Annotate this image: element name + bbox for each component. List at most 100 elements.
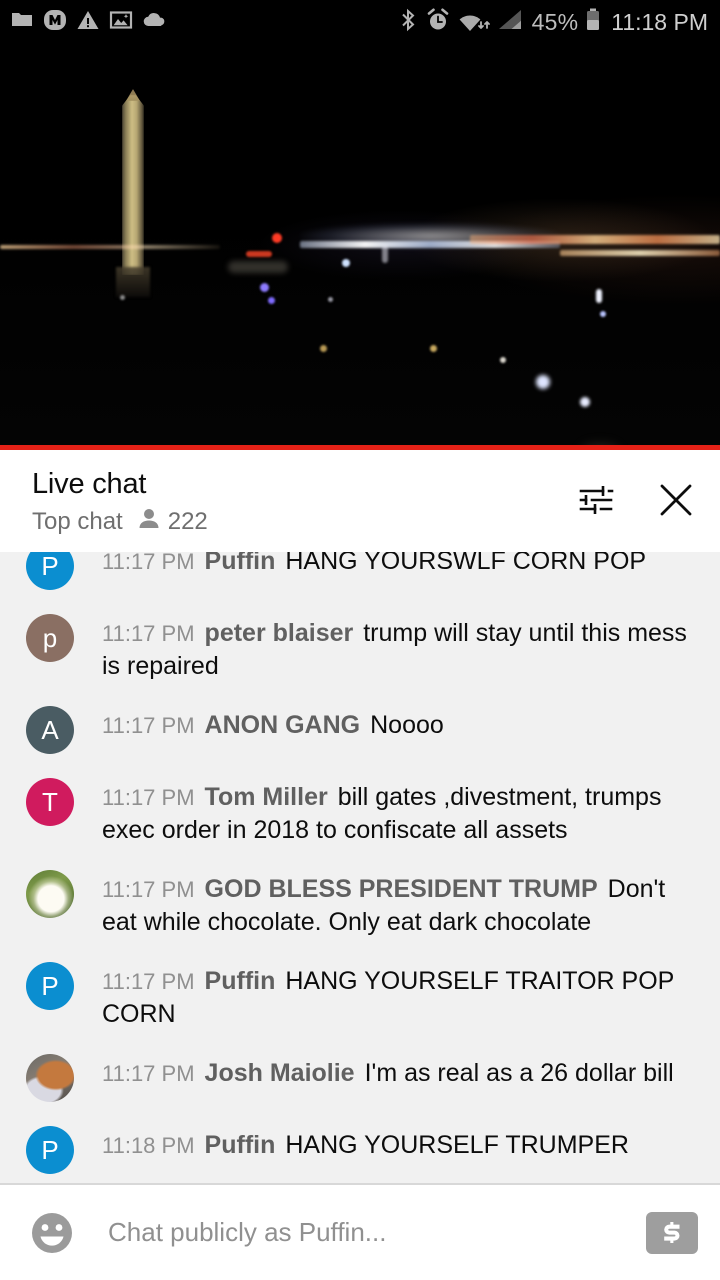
dollar-superchat-icon[interactable]: [646, 1211, 698, 1254]
light-dot: [596, 289, 602, 303]
status-bar-right-icons: 45% 11:18 PM: [398, 7, 708, 38]
chat-message-content: HANG YOURSWLF CORN POP: [285, 552, 647, 575]
emoji-smiley-icon[interactable]: [26, 1207, 78, 1259]
avatar[interactable]: A: [26, 706, 74, 754]
avatar-dog-photo[interactable]: [26, 1054, 74, 1102]
city-lights-band-far-right: [560, 250, 720, 256]
light-dot: [430, 345, 437, 352]
chat-message-body: 11:17 PM Tom Miller bill gates ,divestment…: [74, 778, 706, 846]
light-dot: [320, 345, 327, 352]
status-bar-left-icons: [10, 8, 168, 37]
avatar-puppy-photo[interactable]: [26, 870, 74, 918]
video-progress-bar[interactable]: [0, 445, 720, 450]
chat-message[interactable]: P 11:18 PM Puffin HANG YOURSELF TRUMPER: [0, 1114, 720, 1183]
live-chat-titles: Live chat Top chat 222: [32, 466, 574, 537]
chat-message-body: 11:17 PM Josh Maiolie I'm as real as a 26 …: [74, 1054, 706, 1090]
light-dot: [580, 397, 590, 407]
live-chat-subheader: Top chat 222: [32, 506, 574, 537]
image-icon: [109, 8, 133, 37]
viewer-count: 222: [137, 506, 208, 537]
warning-icon: [76, 8, 100, 37]
light-dot: [272, 233, 282, 243]
avatar-initial: P: [41, 1135, 59, 1165]
status-bar: 45% 11:18 PM: [0, 0, 720, 45]
avatar-initial: p: [42, 623, 58, 653]
light-dot: [328, 297, 333, 302]
chat-message[interactable]: 11:17 PM GOD BLESS PRESIDENT TRUMP Don't e…: [0, 858, 720, 950]
avatar[interactable]: P: [26, 962, 74, 1010]
chat-message-author[interactable]: peter blaiser: [205, 619, 354, 647]
bluetooth-icon: [398, 7, 418, 38]
page-title: Live chat: [32, 468, 147, 500]
avatar[interactable]: P: [26, 1126, 74, 1174]
light-dot: [120, 295, 125, 300]
m-app-icon: [43, 8, 67, 37]
chat-message[interactable]: P 11:17 PM Puffin HANG YOURSWLF CORN POP: [0, 552, 720, 602]
chat-message-author[interactable]: GOD BLESS PRESIDENT TRUMP: [205, 875, 598, 903]
chat-message-text: 11:17 PM GOD BLESS PRESIDENT TRUMP Don't e…: [102, 873, 706, 938]
chat-message-content: HANG YOURSELF TRUMPER: [285, 1131, 629, 1159]
city-lights-band-right: [470, 235, 720, 244]
light-dot: [260, 283, 269, 292]
live-chat-header: Live chat Top chat 222: [0, 450, 720, 552]
chat-message[interactable]: T 11:17 PM Tom Miller bill gates ,divestmen…: [0, 766, 720, 858]
viewer-count-value: 222: [167, 507, 208, 535]
light-dot: [536, 375, 550, 389]
close-icon[interactable]: [654, 478, 698, 522]
chat-message-text: 11:18 PM Puffin HANG YOURSELF TRUMPER: [102, 1129, 706, 1162]
chat-message-author[interactable]: Tom Miller: [205, 783, 328, 811]
chat-message-body: 11:17 PM GOD BLESS PRESIDENT TRUMP Don't e…: [74, 870, 706, 938]
chat-message-content: Noooo: [370, 711, 444, 739]
chat-message-text: 11:17 PM peter blaiser trump will stay unt…: [102, 617, 706, 682]
wifi-icon: [458, 7, 490, 38]
avatar-initial: P: [41, 971, 59, 1001]
monument-base: [116, 267, 150, 297]
avatar-initial: P: [41, 552, 59, 581]
chat-message-author[interactable]: Puffin: [205, 552, 276, 575]
chat-message[interactable]: 11:17 PM Josh Maiolie I'm as real as a 26 …: [0, 1042, 720, 1114]
cloud-icon: [142, 8, 168, 37]
chat-message-text: 11:17 PM Josh Maiolie I'm as real as a 26 …: [102, 1057, 706, 1090]
chat-message-body: 11:17 PM Puffin HANG YOURSELF TRAITOR POP …: [74, 962, 706, 1030]
light-dot: [268, 297, 275, 304]
chat-message[interactable]: P 11:17 PM Puffin HANG YOURSELF TRAITOR POP…: [0, 950, 720, 1042]
light-dot: [342, 259, 350, 267]
chat-message-author[interactable]: Josh Maiolie: [205, 1059, 355, 1087]
chat-message-text: 11:17 PM Puffin HANG YOURSELF TRAITOR POP …: [102, 965, 706, 1030]
tune-sliders-icon[interactable]: [574, 478, 618, 522]
chat-message-text: 11:17 PM Puffin HANG YOURSWLF CORN POP: [102, 552, 706, 578]
chat-message[interactable]: A 11:17 PM ANON GANG Noooo: [0, 694, 720, 766]
chat-mode-label[interactable]: Top chat: [32, 507, 123, 537]
chat-message-author[interactable]: Puffin: [205, 1131, 276, 1159]
status-bar-clock: 11:18 PM: [611, 9, 708, 35]
chat-message-body: 11:17 PM Puffin HANG YOURSWLF CORN POP: [74, 552, 706, 578]
chat-input-bar: [0, 1185, 720, 1280]
video-player[interactable]: [0, 45, 720, 450]
youtube-live-chat-screen: 45% 11:18 PM Live chat Top chat 222 P 11…: [0, 0, 720, 1280]
avatar[interactable]: P: [26, 552, 74, 590]
chat-message-text: 11:17 PM ANON GANG Noooo: [102, 709, 706, 742]
live-chat-header-actions: [574, 466, 698, 522]
chat-message-author[interactable]: Puffin: [205, 967, 276, 995]
avatar-initial: A: [41, 715, 59, 745]
avatar[interactable]: p: [26, 614, 74, 662]
light-dot: [500, 357, 506, 363]
chat-message[interactable]: p 11:17 PM peter blaiser trump will stay un…: [0, 602, 720, 694]
video-progress-fill: [0, 445, 720, 450]
chat-message-timestamp: 11:17 PM: [102, 969, 195, 994]
chat-message-timestamp: 11:17 PM: [102, 877, 195, 902]
chat-input[interactable]: [78, 1217, 646, 1248]
chat-message-body: 11:18 PM Puffin HANG YOURSELF TRUMPER: [74, 1126, 706, 1162]
alarm-icon: [425, 7, 451, 38]
chat-message-list[interactable]: P 11:17 PM Puffin HANG YOURSWLF CORN POP p 11…: [0, 552, 720, 1183]
battery-percent: 45%: [531, 9, 579, 35]
chat-message-timestamp: 11:17 PM: [102, 621, 195, 646]
avatar[interactable]: T: [26, 778, 74, 826]
chat-message-timestamp: 11:17 PM: [102, 713, 195, 738]
chat-message-timestamp: 11:18 PM: [102, 1133, 195, 1158]
light-dot: [600, 311, 606, 317]
light-dot: [246, 251, 272, 257]
chat-message-timestamp: 11:17 PM: [102, 552, 195, 574]
light-dot: [382, 245, 388, 263]
chat-message-author[interactable]: ANON GANG: [205, 711, 361, 739]
